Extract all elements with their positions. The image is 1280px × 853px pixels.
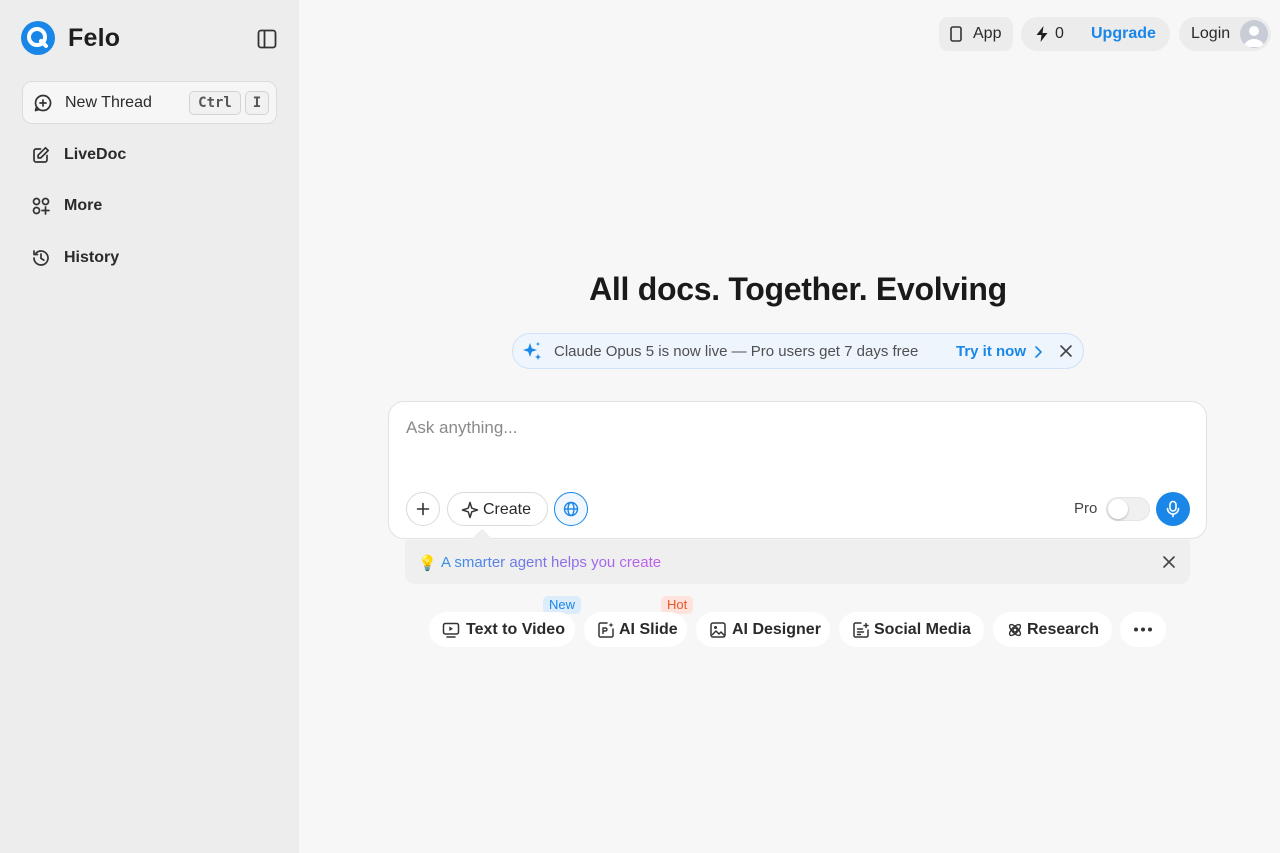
more-dots-icon (1134, 627, 1152, 632)
chip-label: AI Slide (619, 621, 678, 638)
search-input[interactable]: Ask anything... (406, 418, 518, 438)
grid-plus-icon (32, 197, 50, 215)
sparkle-outline-icon (461, 501, 479, 519)
image-icon (710, 622, 726, 638)
composer: Ask anything... Create Pro (388, 401, 1207, 539)
felo-logo-icon (21, 21, 55, 55)
chip-text-to-video[interactable]: Text to Video (429, 612, 575, 647)
chip-ai-designer[interactable]: AI Designer (696, 612, 830, 647)
login-label: Login (1191, 25, 1231, 42)
pro-label: Pro (1074, 500, 1098, 517)
chevron-right-icon (1035, 346, 1042, 358)
new-thread-button[interactable]: New Thread Ctrl I (22, 81, 277, 124)
brand-name: Felo (68, 23, 121, 52)
tip-bar: 💡 A smarter agent helps you create (405, 540, 1190, 584)
chip-label: Research (1027, 621, 1100, 638)
page-title: All docs. Together. Evolving (589, 271, 1007, 307)
tip-text[interactable]: A smarter agent helps you create (441, 554, 661, 571)
create-button[interactable]: Create (447, 492, 548, 526)
shortcut-key: I (245, 91, 269, 115)
new-thread-label: New Thread (65, 94, 152, 111)
avatar (1240, 20, 1268, 48)
try-it-now-link[interactable]: Try it now (956, 343, 1026, 360)
shortcut-ctrl: Ctrl (189, 91, 241, 115)
credits-count: 0 (1055, 25, 1064, 42)
announcement-text: Claude Opus 5 is now live — Pro users ge… (554, 343, 919, 360)
sparkle-icon (523, 342, 541, 360)
upgrade-link[interactable]: Upgrade (1091, 25, 1156, 43)
close-icon[interactable] (1162, 555, 1176, 569)
new-chat-icon (34, 94, 52, 112)
sidebar-item-livedoc[interactable]: LiveDoc (22, 135, 277, 175)
web-search-toggle[interactable] (554, 492, 588, 526)
chip-ai-slide[interactable]: AI Slide (584, 612, 687, 647)
chip-label: AI Designer (732, 621, 821, 638)
login-button[interactable]: Login (1179, 17, 1271, 51)
pro-toggle[interactable] (1106, 497, 1150, 521)
lightbulb-icon: 💡 (418, 555, 437, 572)
attach-button[interactable] (406, 492, 440, 526)
user-icon (1244, 26, 1264, 47)
sidebar-item-more[interactable]: More (22, 186, 277, 226)
slide-icon (598, 622, 614, 638)
announcement-banner[interactable]: Claude Opus 5 is now live — Pro users ge… (512, 333, 1084, 369)
toggle-knob (1108, 499, 1128, 519)
voice-input-button[interactable] (1156, 492, 1190, 526)
social-icon (853, 622, 869, 638)
globe-icon (563, 501, 578, 516)
app-download-button[interactable]: App (939, 17, 1013, 51)
sidebar-item-label: History (64, 249, 120, 266)
plus-icon (416, 502, 430, 516)
more-options-button[interactable] (1120, 612, 1166, 647)
video-icon (442, 622, 460, 638)
close-icon[interactable] (1059, 344, 1073, 358)
phone-icon (950, 26, 962, 42)
bolt-icon (1036, 26, 1048, 42)
history-icon (33, 250, 49, 266)
research-icon (1008, 623, 1022, 637)
credits-pill[interactable]: 0 Upgrade (1021, 17, 1170, 51)
microphone-icon (1166, 500, 1180, 518)
sidebar-toggle-icon[interactable] (255, 27, 279, 51)
chip-label: Text to Video (466, 621, 565, 638)
brand[interactable]: Felo (21, 21, 120, 55)
edit-icon (33, 146, 50, 163)
sidebar-item-label: More (64, 197, 103, 214)
chip-social-media[interactable]: Social Media (839, 612, 984, 647)
app-label: App (973, 25, 1002, 42)
sidebar-item-history[interactable]: History (22, 238, 277, 278)
sidebar: Felo New Thread Ctrl I LiveDoc More Hist… (0, 0, 299, 853)
chip-label: Social Media (874, 621, 971, 638)
chip-research[interactable]: Research (993, 612, 1112, 647)
sidebar-item-label: LiveDoc (64, 146, 127, 163)
create-label: Create (483, 501, 532, 518)
